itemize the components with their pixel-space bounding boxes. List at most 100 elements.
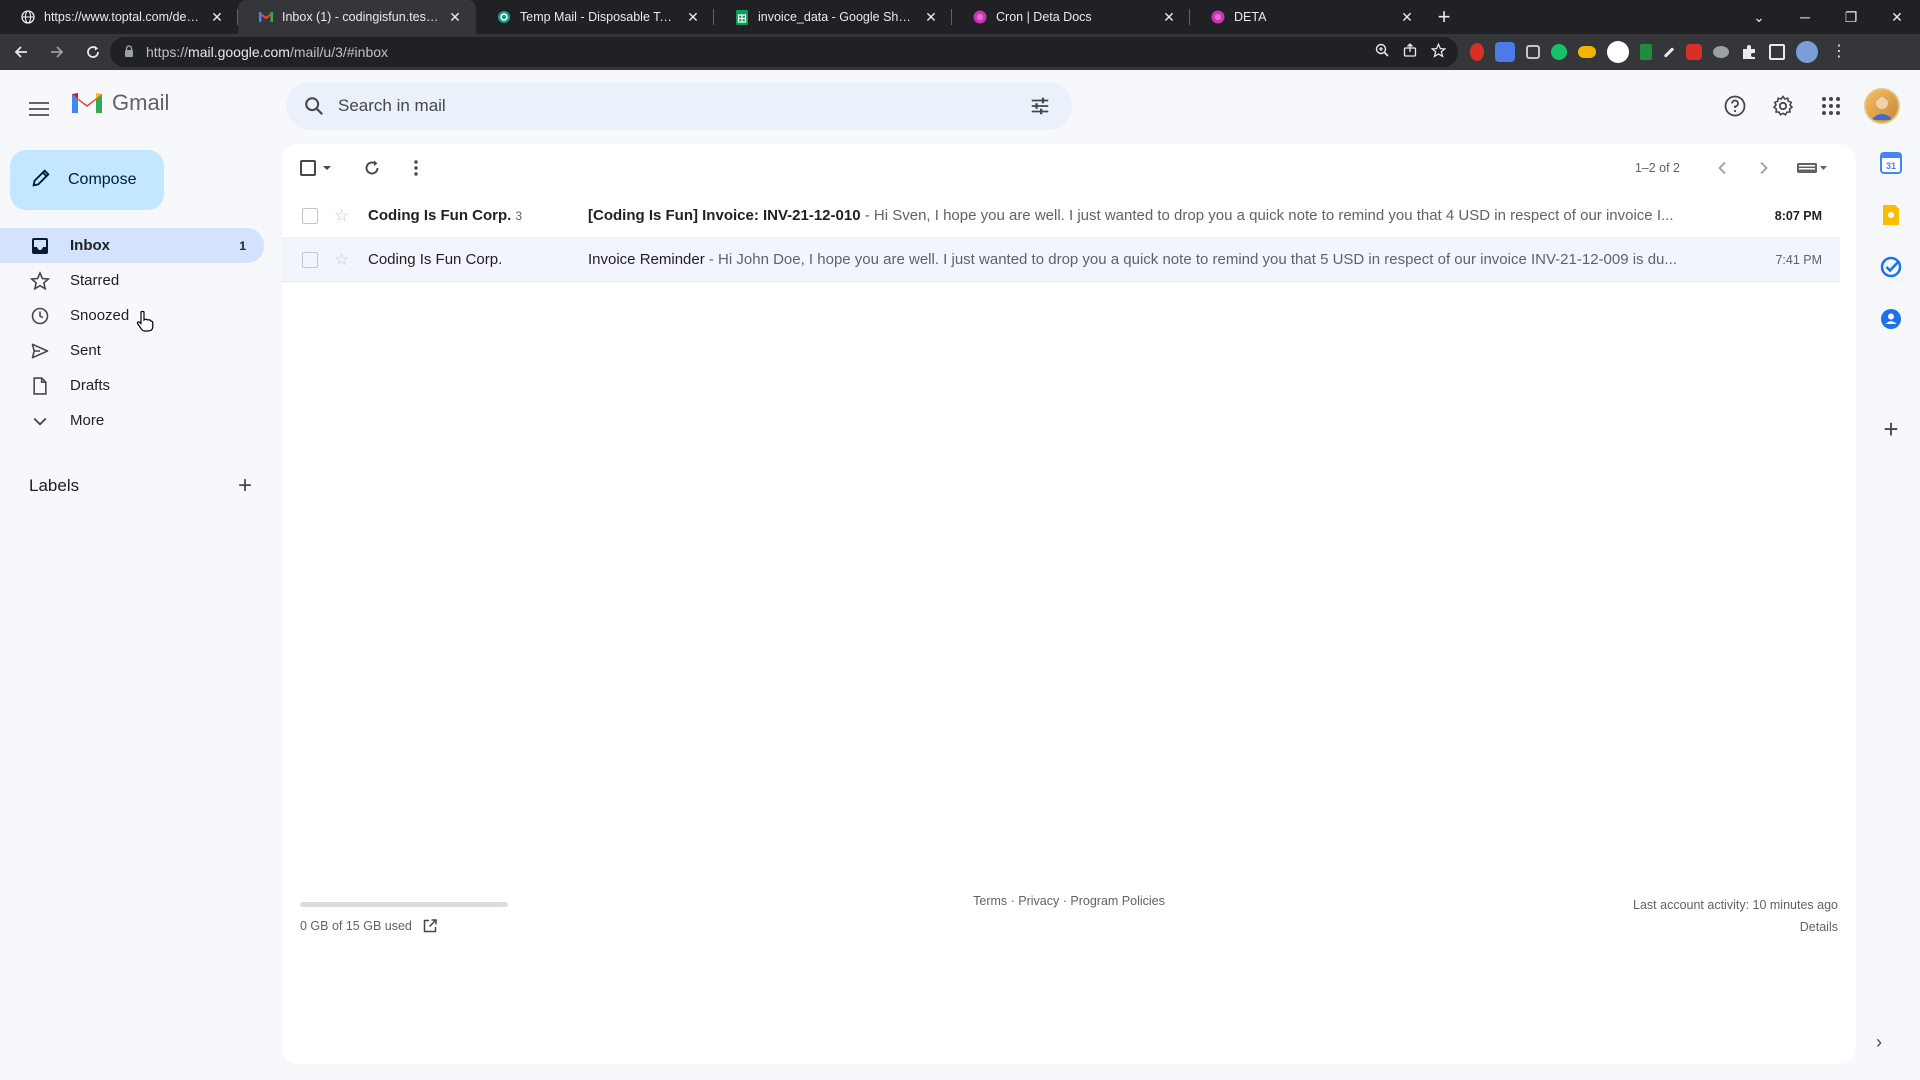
- tab-title: Cron | Deta Docs: [996, 10, 1092, 24]
- help-icon[interactable]: [1720, 91, 1750, 121]
- sender-name: Coding Is Fun Corp.: [368, 207, 512, 224]
- browser-tab-gmail[interactable]: Inbox (1) - codingisfun.testuser@ ✕: [238, 0, 476, 34]
- email-row[interactable]: ☆ Coding Is Fun Corp. Invoice Reminder -…: [282, 238, 1840, 282]
- profile-avatar[interactable]: [1796, 41, 1818, 63]
- extension-icon[interactable]: [1526, 45, 1540, 59]
- select-all-checkbox[interactable]: [300, 152, 344, 184]
- row-checkbox[interactable]: [302, 207, 318, 224]
- details-link[interactable]: Details: [1633, 916, 1838, 938]
- restore-button[interactable]: ❐: [1828, 0, 1874, 34]
- side-panel-icon[interactable]: [1769, 44, 1785, 60]
- browser-toolbar: https://mail.google.com/mail/u/3/#inbox: [0, 34, 1920, 70]
- sidebar-item-sent[interactable]: Sent: [0, 333, 264, 368]
- translate-extension-icon[interactable]: [1495, 42, 1515, 62]
- row-checkbox[interactable]: [302, 251, 318, 268]
- bookmark-star-icon[interactable]: [1430, 42, 1447, 62]
- tab-title: DETA: [1234, 10, 1267, 24]
- new-tab-button[interactable]: +: [1428, 0, 1460, 34]
- sidebar-item-label: Sent: [70, 342, 101, 359]
- more-actions-button[interactable]: [400, 152, 432, 184]
- reload-button[interactable]: [78, 37, 108, 67]
- account-activity: Last account activity: 10 minutes ago De…: [1633, 894, 1838, 938]
- storage-info: 0 GB of 15 GB used: [300, 918, 438, 934]
- extension-icon[interactable]: [1578, 46, 1596, 58]
- email-row[interactable]: ☆ Coding Is Fun Corp. 3 [Coding Is Fun] I…: [282, 194, 1840, 238]
- inbox-icon: [30, 236, 50, 256]
- hide-side-panel-chevron-icon[interactable]: ›: [1876, 1032, 1882, 1053]
- grammarly-extension-icon[interactable]: [1551, 44, 1567, 60]
- minimize-button[interactable]: ─: [1782, 0, 1828, 34]
- program-policies-link[interactable]: Program Policies: [1070, 894, 1164, 908]
- pencil-icon: [30, 167, 52, 194]
- refresh-button[interactable]: [356, 152, 388, 184]
- search-icon[interactable]: [290, 82, 338, 130]
- lock-icon[interactable]: [124, 44, 134, 60]
- apps-grid-icon[interactable]: [1816, 91, 1846, 121]
- close-icon[interactable]: ✕: [922, 9, 940, 26]
- get-addons-button[interactable]: +: [1878, 414, 1904, 444]
- svg-text:31: 31: [1886, 161, 1896, 171]
- calendar-icon[interactable]: 31: [1878, 150, 1904, 176]
- search-input[interactable]: [338, 82, 1016, 130]
- sidebar-item-more[interactable]: More: [0, 403, 264, 438]
- main-menu-icon[interactable]: [24, 94, 54, 124]
- footer-separator: ·: [1007, 894, 1019, 908]
- star-icon[interactable]: ☆: [334, 250, 354, 270]
- privacy-link[interactable]: Privacy: [1018, 894, 1059, 908]
- extension-icon[interactable]: [1470, 43, 1484, 61]
- older-page-button[interactable]: [1746, 152, 1782, 184]
- close-icon[interactable]: ✕: [1160, 9, 1178, 26]
- terms-link[interactable]: Terms: [973, 894, 1007, 908]
- puzzle-icon[interactable]: [1740, 43, 1758, 61]
- url-path: /mail/u/3/#inbox: [289, 44, 389, 60]
- sidebar-item-drafts[interactable]: Drafts: [0, 368, 264, 403]
- zoom-icon[interactable]: [1375, 43, 1389, 61]
- extension-icon[interactable]: [1663, 46, 1675, 58]
- add-label-button[interactable]: +: [231, 472, 259, 500]
- sidebar-item-inbox[interactable]: Inbox 1: [0, 228, 264, 263]
- tasks-icon[interactable]: [1878, 254, 1904, 280]
- tab-title: invoice_data - Google Sheets: [758, 10, 916, 24]
- browser-tab-deta[interactable]: DETA ✕: [1190, 0, 1428, 34]
- account-avatar[interactable]: [1864, 88, 1900, 124]
- sidebar-item-starred[interactable]: Starred: [0, 263, 264, 298]
- tab-search-icon[interactable]: ⌄: [1736, 0, 1782, 34]
- close-icon[interactable]: ✕: [1398, 9, 1416, 26]
- browser-tab-sheets[interactable]: invoice_data - Google Sheets ✕: [714, 0, 952, 34]
- compose-button[interactable]: Compose: [10, 150, 164, 210]
- settings-gear-icon[interactable]: [1768, 91, 1798, 121]
- newer-page-button[interactable]: [1704, 152, 1740, 184]
- forward-button[interactable]: [42, 37, 72, 67]
- pagination-text: 1–2 of 2: [1634, 161, 1680, 175]
- star-icon[interactable]: ☆: [334, 206, 354, 226]
- download-extension-icon[interactable]: [1640, 44, 1652, 60]
- url-scheme: https://: [146, 44, 189, 60]
- back-button[interactable]: [6, 37, 36, 67]
- search-options-icon[interactable]: [1016, 82, 1064, 130]
- close-icon[interactable]: ✕: [446, 9, 464, 26]
- address-bar[interactable]: https://mail.google.com/mail/u/3/#inbox: [110, 37, 1458, 67]
- keep-icon[interactable]: [1878, 202, 1904, 228]
- close-icon[interactable]: ✕: [208, 9, 226, 26]
- sender-name: Coding Is Fun Corp.: [368, 251, 503, 268]
- extension-icon[interactable]: [1607, 41, 1629, 63]
- input-tools-button[interactable]: [1788, 152, 1836, 184]
- share-icon[interactable]: [1403, 43, 1417, 61]
- browser-tab-toptal[interactable]: https://www.toptal.com/develop ✕: [0, 0, 238, 34]
- extension-icon[interactable]: [1713, 46, 1729, 58]
- storage-text: 0 GB of 15 GB used: [300, 919, 412, 933]
- contacts-icon[interactable]: [1878, 306, 1904, 332]
- sidebar-item-snoozed[interactable]: Snoozed: [0, 298, 264, 333]
- browser-tab-deta-docs[interactable]: Cron | Deta Docs ✕: [952, 0, 1190, 34]
- email-subject: Invoice Reminder: [588, 251, 705, 268]
- external-link-icon[interactable]: [422, 918, 438, 934]
- kebab-menu-icon[interactable]: ⋮: [1829, 42, 1849, 62]
- close-window-button[interactable]: ✕: [1874, 0, 1920, 34]
- extension-icon[interactable]: [1686, 44, 1702, 60]
- close-icon[interactable]: ✕: [684, 9, 702, 26]
- sidebar-item-label: Snoozed: [70, 307, 130, 324]
- browser-tab-tempmail[interactable]: Temp Mail - Disposable Tempora ✕: [476, 0, 714, 34]
- sheets-icon: [734, 9, 750, 25]
- gmail-logo[interactable]: Gmail: [70, 90, 169, 116]
- side-panel: 31 +: [1866, 150, 1916, 444]
